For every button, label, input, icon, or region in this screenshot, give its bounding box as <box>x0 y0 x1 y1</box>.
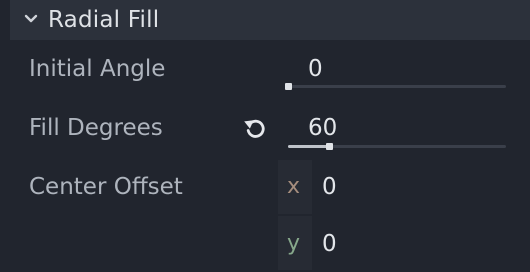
y-axis-label: y <box>287 231 301 256</box>
center-offset-y-field[interactable]: y 0 <box>278 216 530 272</box>
radial-fill-section-header[interactable]: Radial Fill <box>10 0 530 40</box>
revert-icon[interactable] <box>240 113 270 143</box>
center-offset-y-value: 0 <box>322 231 337 257</box>
initial-angle-slider-grabber[interactable] <box>285 83 292 90</box>
center-offset-label: Center Offset <box>29 174 183 200</box>
initial-angle-label: Initial Angle <box>29 56 166 82</box>
initial-angle-value: 0 <box>308 56 323 82</box>
x-axis-box: x <box>278 160 312 214</box>
section-title: Radial Fill <box>48 7 160 33</box>
fill-degrees-slider-fill <box>288 145 329 148</box>
center-offset-x-value: 0 <box>322 174 337 200</box>
fill-degrees-label: Fill Degrees <box>29 115 163 141</box>
chevron-down-icon <box>24 14 38 23</box>
initial-angle-slider-track <box>288 85 506 88</box>
fill-degrees-slider[interactable]: 60 <box>278 111 510 153</box>
center-offset-x-field[interactable]: x 0 <box>278 160 530 216</box>
initial-angle-slider[interactable]: 0 <box>278 52 510 94</box>
x-axis-label: x <box>287 174 301 199</box>
fill-degrees-slider-grabber[interactable] <box>326 143 333 150</box>
y-axis-box: y <box>278 216 312 270</box>
fill-degrees-value: 60 <box>308 115 338 141</box>
